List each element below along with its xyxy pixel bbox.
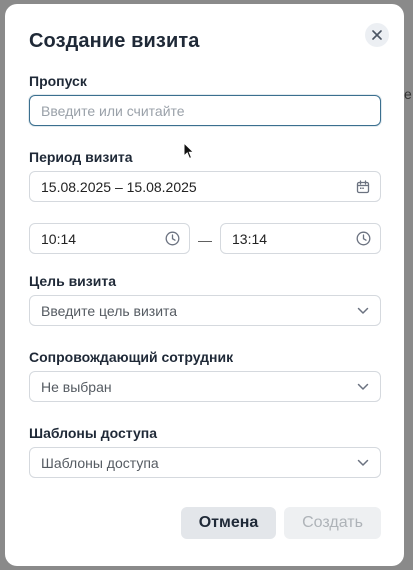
escort-label: Сопровождающий сотрудник <box>29 349 234 365</box>
pass-field[interactable] <box>29 95 381 126</box>
time-end-value: 13:14 <box>232 230 268 247</box>
clock-icon[interactable] <box>164 231 180 247</box>
purpose-select[interactable]: Введите цель визита <box>29 295 381 326</box>
time-end-field[interactable]: 13:14 <box>220 223 381 254</box>
backdrop-text-fragment: е <box>404 86 412 102</box>
templates-select[interactable]: Шаблоны доступа <box>29 447 381 478</box>
escort-value: Не выбран <box>41 378 112 395</box>
time-range-separator: — <box>198 232 212 248</box>
clock-icon[interactable] <box>355 231 371 247</box>
pass-input[interactable] <box>41 102 369 119</box>
close-button[interactable] <box>365 23 389 47</box>
purpose-label: Цель визита <box>29 273 116 289</box>
time-start-value: 10:14 <box>41 230 77 247</box>
calendar-icon[interactable] <box>355 179 371 195</box>
period-date-field[interactable]: 15.08.2025 – 15.08.2025 <box>29 171 381 202</box>
create-visit-dialog: Создание визита Пропуск Период визита 15… <box>5 4 404 566</box>
chevron-down-icon[interactable] <box>355 379 371 395</box>
templates-label: Шаблоны доступа <box>29 425 157 441</box>
close-icon <box>372 30 382 40</box>
purpose-placeholder: Введите цель визита <box>41 302 178 319</box>
templates-placeholder: Шаблоны доступа <box>41 454 159 471</box>
dialog-title: Создание визита <box>29 30 200 52</box>
chevron-down-icon[interactable] <box>355 303 371 319</box>
mouse-cursor-icon <box>183 142 195 160</box>
cancel-button[interactable]: Отмена <box>181 507 276 539</box>
create-button[interactable]: Создать <box>284 507 381 539</box>
pass-label: Пропуск <box>29 73 87 89</box>
period-value: 15.08.2025 – 15.08.2025 <box>41 178 197 195</box>
chevron-down-icon[interactable] <box>355 455 371 471</box>
period-label: Период визита <box>29 149 133 165</box>
time-start-field[interactable]: 10:14 <box>29 223 190 254</box>
escort-select[interactable]: Не выбран <box>29 371 381 402</box>
